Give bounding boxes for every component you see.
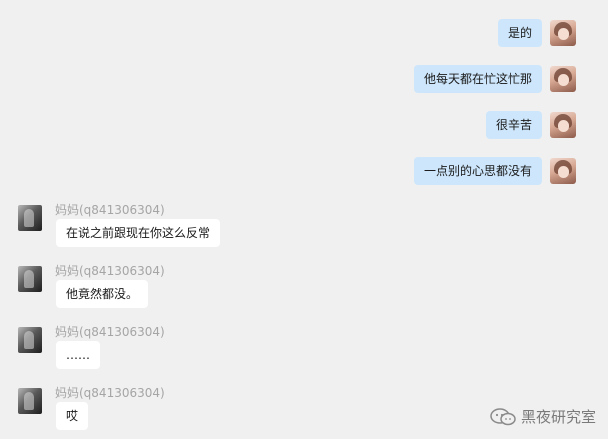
my-avatar[interactable] bbox=[550, 66, 576, 92]
sender-name: 妈妈(q841306304) bbox=[55, 264, 165, 278]
message-bubble[interactable]: 是的 bbox=[497, 19, 542, 47]
message-bubble[interactable]: 哎 bbox=[56, 402, 89, 430]
wechat-icon bbox=[490, 407, 516, 425]
outgoing-message: 一点别的心思都没有 bbox=[413, 155, 576, 187]
message-bubble[interactable]: …… bbox=[56, 341, 100, 369]
message-bubble[interactable]: 他竟然都没。 bbox=[56, 280, 149, 308]
sender-avatar[interactable] bbox=[18, 205, 42, 231]
sender-name: 妈妈(q841306304) bbox=[55, 325, 165, 339]
sender-avatar[interactable] bbox=[18, 266, 42, 292]
sender-avatar[interactable] bbox=[18, 327, 42, 353]
watermark-text: 黑夜研究室 bbox=[520, 408, 596, 426]
chat-area: 是的 他每天都在忙这忙那 很辛苦 一点别的心思都没有 妈妈(q841306304… bbox=[0, 0, 608, 439]
outgoing-message: 他每天都在忙这忙那 bbox=[413, 63, 576, 95]
message-bubble[interactable]: 在说之前跟现在你这么反常 bbox=[56, 219, 221, 247]
sender-name: 妈妈(q841306304) bbox=[55, 203, 165, 217]
message-bubble[interactable]: 一点别的心思都没有 bbox=[413, 157, 542, 185]
my-avatar[interactable] bbox=[550, 20, 576, 46]
my-avatar[interactable] bbox=[550, 158, 576, 184]
my-avatar[interactable] bbox=[550, 112, 576, 138]
sender-avatar[interactable] bbox=[18, 388, 42, 414]
sender-name: 妈妈(q841306304) bbox=[55, 386, 165, 400]
outgoing-message: 很辛苦 bbox=[485, 109, 576, 141]
message-bubble[interactable]: 很辛苦 bbox=[485, 111, 542, 139]
message-bubble[interactable]: 他每天都在忙这忙那 bbox=[413, 65, 542, 93]
watermark: 黑夜研究室 bbox=[489, 406, 596, 427]
outgoing-message: 是的 bbox=[497, 17, 576, 49]
